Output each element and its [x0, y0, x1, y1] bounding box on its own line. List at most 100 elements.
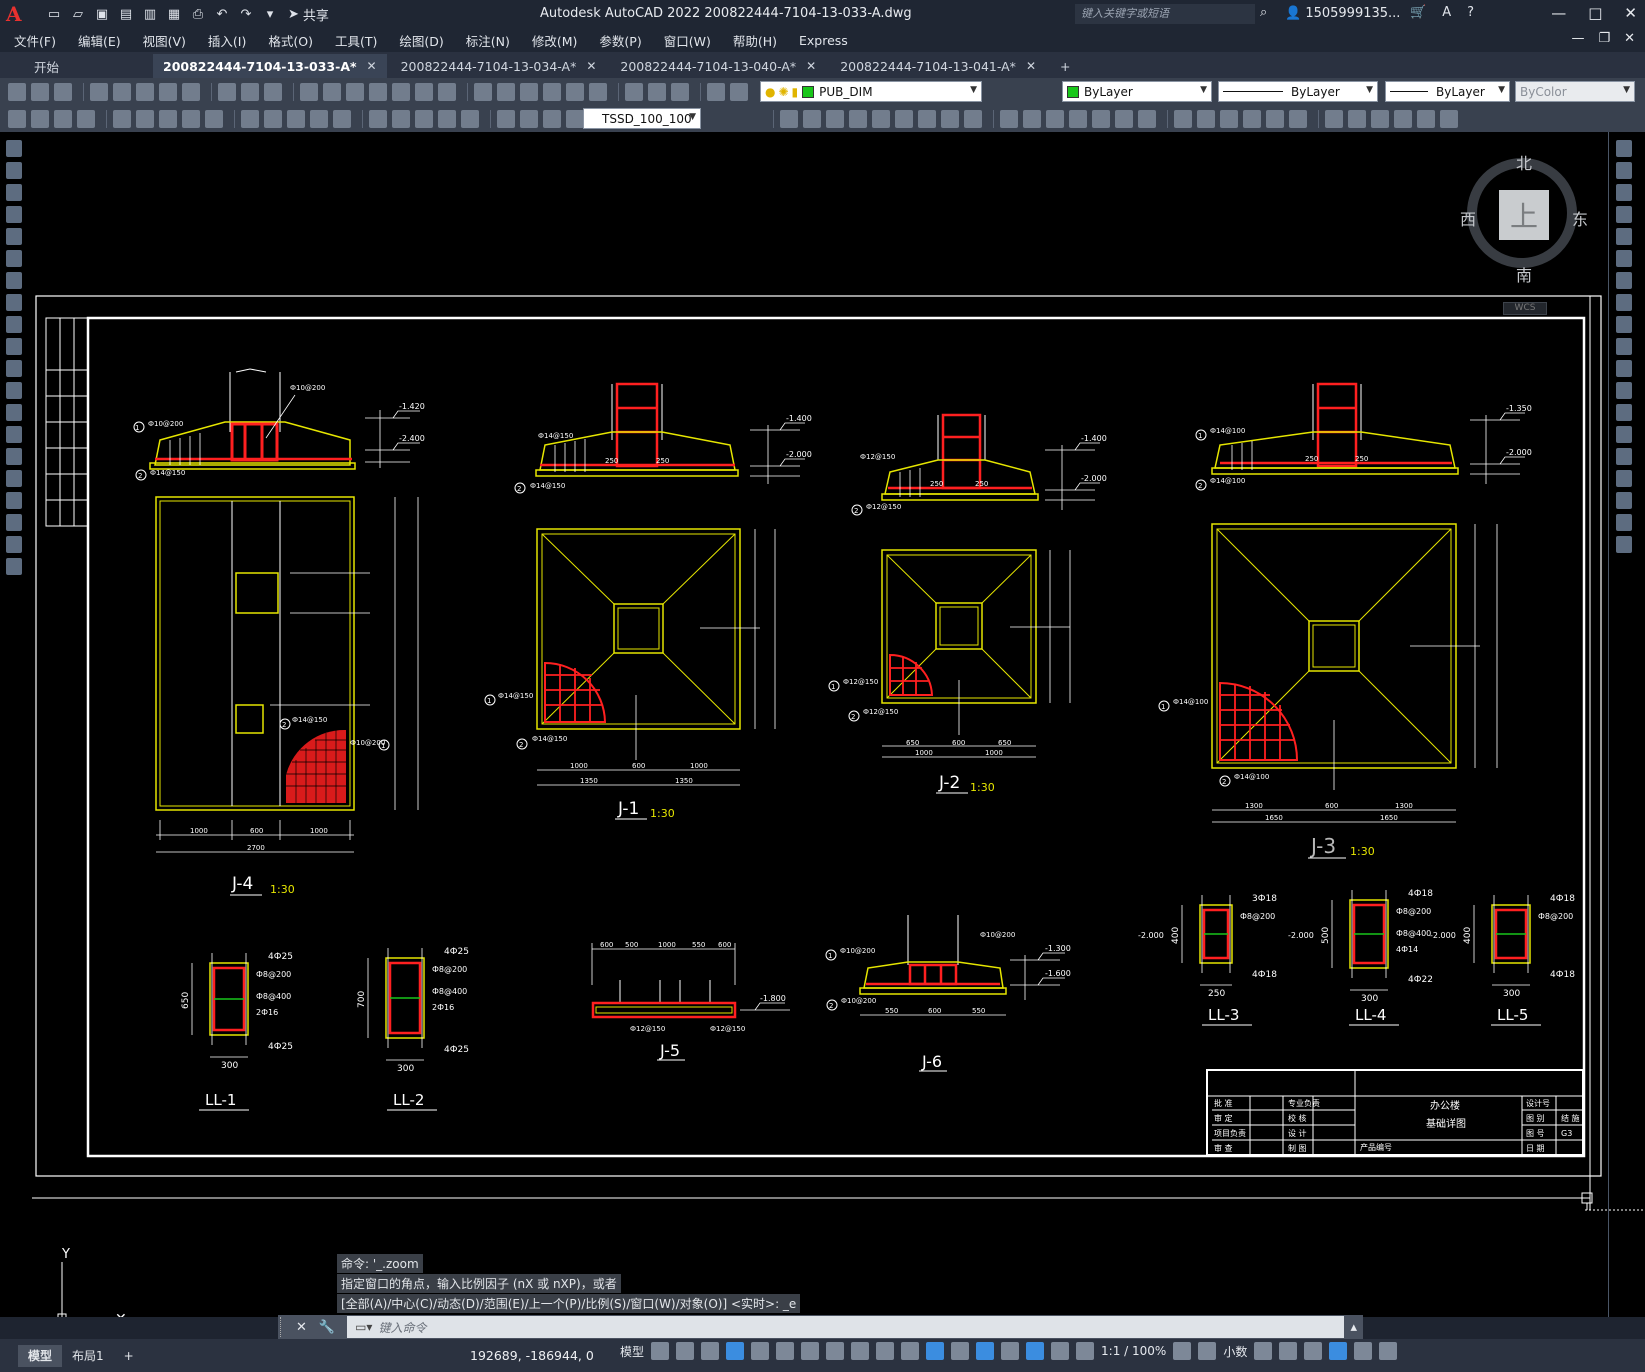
draw-tool-icon[interactable]	[6, 448, 22, 465]
autocad-logo[interactable]: A	[6, 3, 30, 25]
menu-item[interactable]: 参数(P)	[599, 31, 641, 50]
toolbar-tool-icon[interactable]	[826, 109, 844, 128]
toolbar-tool-icon[interactable]	[264, 82, 282, 101]
open-web-icon[interactable]: ▥	[140, 4, 160, 24]
toolbar-tool-icon[interactable]	[671, 82, 689, 101]
search-icon[interactable]: ⌕	[1260, 5, 1267, 20]
toolbar-tool-icon[interactable]	[1348, 109, 1366, 128]
dynamic-ucs-icon[interactable]	[951, 1342, 970, 1360]
isodraft-icon[interactable]	[776, 1342, 795, 1360]
tab-doc-033[interactable]: 200822444-7104-13-033-A* ✕	[153, 54, 387, 78]
toolbar-tool-icon[interactable]	[1266, 109, 1284, 128]
toolbar-tool-icon[interactable]	[369, 109, 387, 128]
plotstyle-dropdown[interactable]: ByColor ▼	[1515, 81, 1635, 102]
toolbar-tool-icon[interactable]	[1289, 109, 1307, 128]
minimize-icon[interactable]: —	[1551, 4, 1566, 22]
toolbar-tool-icon[interactable]	[1440, 109, 1458, 128]
toolbar-tool-icon[interactable]	[461, 109, 479, 128]
toolbar-tool-icon[interactable]	[113, 109, 131, 128]
toolbar-tool-icon[interactable]	[964, 109, 982, 128]
cart-icon[interactable]: 🛒	[1410, 5, 1426, 20]
add-layout-button[interactable]: +	[114, 1345, 144, 1367]
beam-section-ll-1[interactable]: 4Ф25 Ф8@200 Ф8@400 2Ф16 4Ф25 300 650 LL-1	[181, 952, 293, 1111]
toolbar-tool-icon[interactable]	[392, 82, 410, 101]
toolbar-tool-icon[interactable]	[205, 109, 223, 128]
command-line-grip[interactable]	[280, 1317, 290, 1337]
draw-tool-icon[interactable]	[6, 228, 22, 245]
beam-section-ll-5[interactable]: 4Ф18 Ф8@200 4Ф18 300 400 -2.000 LL-5	[1430, 894, 1575, 1026]
toolbar-tool-icon[interactable]	[392, 109, 410, 128]
ortho-icon[interactable]	[726, 1342, 745, 1360]
auto-scale-icon[interactable]	[1051, 1342, 1070, 1360]
toolbar-tool-icon[interactable]	[566, 82, 584, 101]
footing-j2[interactable]: 250 250 Ф12@150 2 Ф12@150 -1.400 -2.000 1…	[828, 413, 1107, 794]
toolbar-tool-icon[interactable]	[310, 109, 328, 128]
tab-doc-040[interactable]: 200822444-7104-13-040-A* ✕	[610, 54, 826, 78]
modify-tool-icon[interactable]	[1616, 448, 1632, 465]
toolbar-tool-icon[interactable]	[182, 109, 200, 128]
model-space-toggle[interactable]: 模型	[620, 1343, 644, 1360]
transparency-icon[interactable]	[876, 1342, 895, 1360]
modify-tool-icon[interactable]	[1616, 492, 1632, 509]
viewcube[interactable]: 上 北 南 东 西	[1460, 150, 1588, 285]
open-folder-icon[interactable]: ▱	[68, 4, 88, 24]
infer-constraints-icon[interactable]	[701, 1342, 720, 1360]
toolbar-tool-icon[interactable]	[895, 109, 913, 128]
toolbar-tool-icon[interactable]	[1174, 109, 1192, 128]
menu-item[interactable]: 窗口(W)	[664, 31, 711, 50]
save-as-icon[interactable]: ▤	[116, 4, 136, 24]
title-block[interactable]	[1206, 1069, 1584, 1156]
drawing-canvas[interactable]: 1 Ф10@200 2 Ф14@150 Ф10@200 -1.420 -2.40…	[0, 132, 1645, 1327]
draw-tool-icon[interactable]	[6, 250, 22, 267]
toolbar-tool-icon[interactable]	[941, 109, 959, 128]
toolbar-tool-icon[interactable]	[648, 82, 666, 101]
beam-section-ll-4[interactable]: 4Ф18 Ф8@200 Ф8@400 4Ф14 4Ф22 300 500 -2.000 LL-4	[1288, 889, 1433, 1026]
draw-tool-icon[interactable]	[6, 426, 22, 443]
draw-tool-icon[interactable]	[6, 272, 22, 289]
modify-tool-icon[interactable]	[1616, 360, 1632, 377]
compass-north[interactable]: 北	[1516, 150, 1532, 174]
workspace-gear-icon[interactable]	[1173, 1342, 1192, 1360]
toolbar-tool-icon[interactable]	[1069, 109, 1087, 128]
tab-close-icon[interactable]: ✕	[1026, 59, 1036, 73]
toolbar-tool-icon[interactable]	[438, 82, 456, 101]
toolbar-tool-icon[interactable]	[1371, 109, 1389, 128]
modify-tool-icon[interactable]	[1616, 250, 1632, 267]
polar-icon[interactable]	[751, 1342, 770, 1360]
object-snap-tracking-icon[interactable]	[801, 1342, 820, 1360]
3d-osnap-icon[interactable]	[926, 1342, 945, 1360]
footing-j3[interactable]: 250 250 1 Ф14@100 2 Ф14@100 -1.350 -2.000…	[1158, 382, 1532, 859]
menu-item[interactable]: Express	[799, 33, 848, 48]
compass-east[interactable]: 东	[1572, 206, 1588, 230]
draw-tool-icon[interactable]	[6, 514, 22, 531]
lineweight-icon[interactable]	[851, 1342, 870, 1360]
object-snap-icon[interactable]	[826, 1342, 845, 1360]
modify-tool-icon[interactable]	[1616, 206, 1632, 223]
lineweight-dropdown[interactable]: ByLayer ▼	[1385, 81, 1510, 102]
draw-tool-icon[interactable]	[6, 184, 22, 201]
tab-doc-034[interactable]: 200822444-7104-13-034-A* ✕	[391, 54, 607, 78]
autodesk-a360-icon[interactable]: A	[1442, 5, 1451, 20]
modify-tool-icon[interactable]	[1616, 228, 1632, 245]
menu-item[interactable]: 格式(O)	[268, 31, 313, 50]
draw-tool-icon[interactable]	[6, 360, 22, 377]
maximize-icon[interactable]: □	[1588, 4, 1602, 22]
command-history-arrow-icon[interactable]: ▴	[1350, 1320, 1357, 1335]
toolbar-tool-icon[interactable]	[497, 109, 515, 128]
toolbar-tool-icon[interactable]	[1115, 109, 1133, 128]
grid-icon[interactable]	[651, 1342, 670, 1360]
menu-item[interactable]: 视图(V)	[143, 31, 186, 50]
toolbar-tool-icon[interactable]	[415, 109, 433, 128]
toolbar-tool-icon[interactable]	[918, 109, 936, 128]
toolbar-tool-icon[interactable]	[1023, 109, 1041, 128]
menu-item[interactable]: 修改(M)	[532, 31, 578, 50]
layout-tab-model[interactable]: 模型	[18, 1344, 63, 1367]
toolbar-tool-icon[interactable]	[1220, 109, 1238, 128]
toolbar-tool-icon[interactable]	[113, 82, 131, 101]
toolbar-tool-icon[interactable]	[497, 82, 515, 101]
help-icon[interactable]: ?	[1467, 5, 1474, 20]
toolbar-tool-icon[interactable]	[323, 82, 341, 101]
print-icon[interactable]: ⎙	[188, 4, 208, 24]
annotation-scale-icon[interactable]	[1076, 1342, 1095, 1360]
share-button[interactable]: ➤ 共享	[288, 5, 329, 24]
